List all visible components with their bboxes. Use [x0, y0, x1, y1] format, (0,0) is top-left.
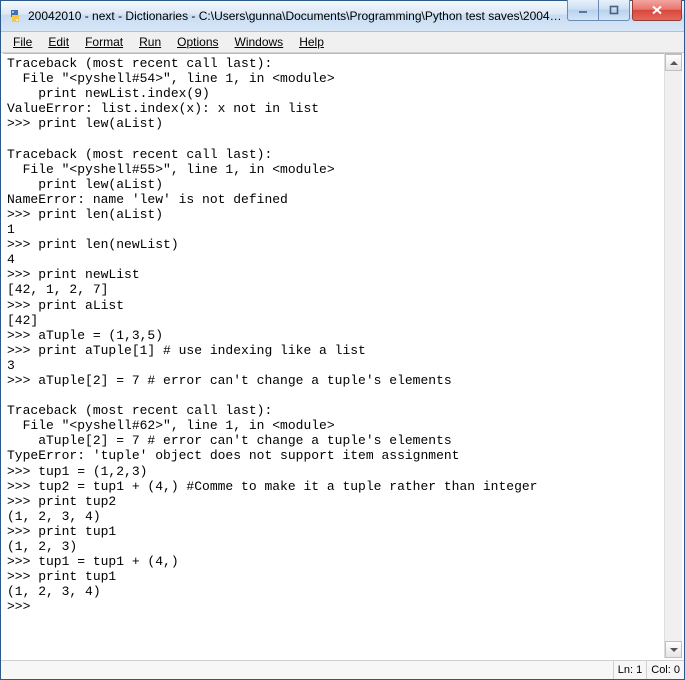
editor-area: Traceback (most recent call last): File …: [1, 53, 684, 660]
status-col: Col: 0: [646, 661, 684, 679]
chevron-up-icon: [670, 61, 678, 65]
statusbar: Ln: 1 Col: 0: [1, 660, 684, 679]
menubar: File Edit Format Run Options Windows Hel…: [1, 32, 684, 53]
maximize-button[interactable]: [598, 0, 630, 21]
menu-format[interactable]: Format: [77, 33, 131, 51]
menu-edit[interactable]: Edit: [40, 33, 77, 51]
close-button[interactable]: [632, 0, 682, 21]
menu-run[interactable]: Run: [131, 33, 169, 51]
vertical-scrollbar[interactable]: [664, 53, 682, 658]
code-editor[interactable]: Traceback (most recent call last): File …: [3, 53, 664, 658]
idle-window: 20042010 - next - Dictionaries - C:\User…: [0, 0, 685, 680]
app-icon: [7, 8, 23, 24]
window-title: 20042010 - next - Dictionaries - C:\User…: [28, 9, 568, 23]
status-line: Ln: 1: [613, 661, 646, 679]
window-controls: [568, 0, 682, 21]
scroll-up-button[interactable]: [665, 54, 682, 71]
menu-file[interactable]: File: [5, 33, 40, 51]
minimize-button[interactable]: [567, 0, 599, 21]
chevron-down-icon: [670, 648, 678, 652]
menu-help[interactable]: Help: [291, 33, 332, 51]
menu-windows[interactable]: Windows: [227, 33, 292, 51]
scroll-down-button[interactable]: [665, 641, 682, 658]
titlebar[interactable]: 20042010 - next - Dictionaries - C:\User…: [1, 1, 684, 32]
menu-options[interactable]: Options: [169, 33, 226, 51]
